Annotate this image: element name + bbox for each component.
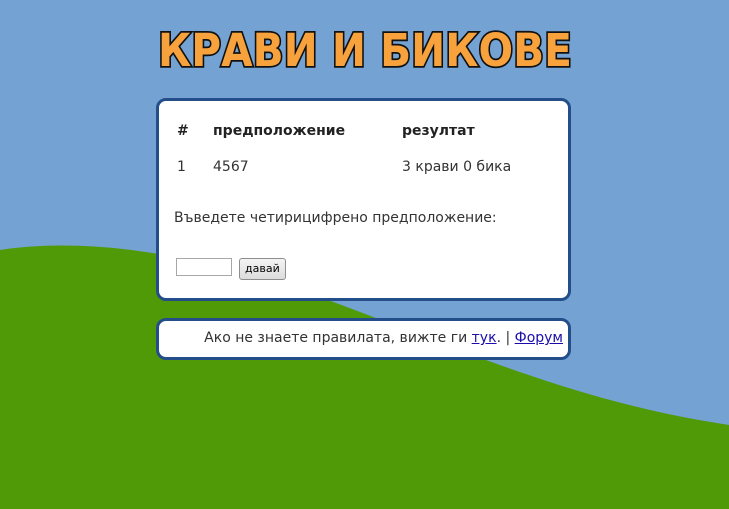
column-header-guess: предположение	[213, 123, 346, 139]
game-panel: # предположение резултат 1 4567 3 крави …	[156, 98, 571, 301]
row-guess: 4567	[213, 159, 249, 175]
column-header-number: #	[177, 123, 189, 139]
guess-prompt: Въведете четирицифрено предположение:	[174, 210, 497, 226]
footer-separator: . |	[496, 330, 515, 346]
footer-text: Ако не знаете правилата, вижте ги тук. |…	[204, 330, 563, 346]
row-number: 1	[177, 159, 186, 175]
table-row: 1 4567 3 крави 0 бика	[173, 159, 562, 175]
guesses-table: # предположение резултат 1 4567 3 крави …	[173, 123, 562, 175]
rules-link[interactable]: тук	[472, 330, 497, 346]
page-title: КРАВИ И БИКОВЕ	[158, 24, 572, 77]
column-header-result: резултат	[402, 123, 475, 139]
row-result: 3 крави 0 бика	[402, 159, 512, 175]
table-header-row: # предположение резултат	[173, 123, 562, 159]
game-logo: КРАВИ И БИКОВЕ	[156, 22, 574, 79]
guess-input[interactable]	[176, 258, 232, 276]
footer-panel: Ако не знаете правилата, вижте ги тук. |…	[156, 318, 571, 360]
footer-rules-text: Ако не знаете правилата, вижте ги	[204, 330, 472, 346]
forum-link[interactable]: Форум	[515, 330, 563, 346]
submit-guess-button[interactable]: давай	[239, 258, 286, 280]
